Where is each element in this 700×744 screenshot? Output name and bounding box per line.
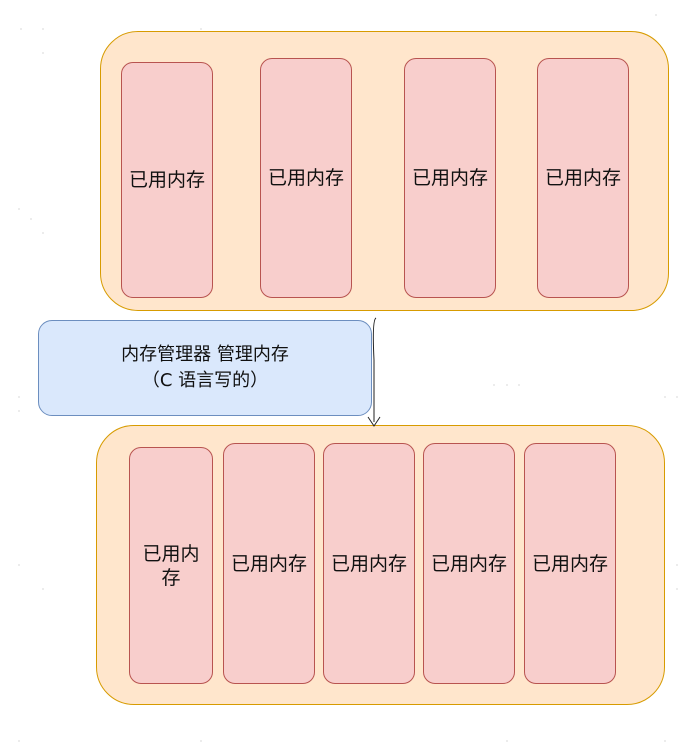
bottom-used-memory-block: 已用内存 [524, 443, 616, 684]
grid-dot [664, 396, 666, 398]
block-label: 已用内存 [142, 542, 200, 589]
block-label: 已用内存 [128, 169, 205, 191]
grid-dot [42, 588, 44, 590]
memory-manager-box: 内存管理器 管理内存 （C 语言写的） [38, 320, 372, 416]
grid-dot [493, 384, 495, 386]
grid-dot [42, 52, 44, 54]
grid-dot [30, 218, 32, 220]
grid-dot [664, 740, 666, 742]
bottom-used-memory-block: 已用内存 [323, 443, 415, 684]
grid-dot [18, 564, 20, 566]
grid-dot [676, 588, 678, 590]
manager-label-line1: 内存管理器 管理内存 [121, 344, 289, 365]
grid-dot [42, 28, 44, 30]
grid-dot [42, 232, 44, 234]
grid-dot [655, 14, 657, 16]
grid-dot [18, 208, 20, 210]
block-label: 已用内存 [330, 552, 407, 575]
block-label: 已用内存 [230, 552, 307, 575]
grid-dot [506, 740, 508, 742]
grid-dot [18, 410, 20, 412]
grid-dot [18, 740, 20, 742]
top-used-memory-block: 已用内存 [537, 58, 629, 298]
block-label: 已用内存 [544, 167, 621, 189]
bottom-used-memory-block: 已用内存 [423, 443, 515, 684]
grid-dot [676, 396, 678, 398]
top-used-memory-block: 已用内存 [121, 62, 213, 298]
top-used-memory-block: 已用内存 [260, 58, 352, 298]
block-label: 已用内存 [430, 552, 507, 575]
grid-dot [18, 396, 20, 398]
block-label: 已用内存 [267, 167, 344, 189]
manager-label-line2: （C 语言写的） [141, 370, 269, 391]
bottom-used-memory-block: 已用内存 [129, 447, 213, 684]
grid-dot [506, 384, 508, 386]
block-label: 已用内存 [531, 552, 608, 575]
grid-dot [20, 28, 22, 30]
grid-dot [518, 384, 520, 386]
block-label: 已用内存 [411, 167, 488, 189]
grid-dot [200, 28, 202, 30]
bottom-used-memory-block: 已用内存 [223, 443, 315, 684]
grid-dot [200, 740, 202, 742]
top-used-memory-block: 已用内存 [404, 58, 496, 298]
grid-dot [676, 564, 678, 566]
